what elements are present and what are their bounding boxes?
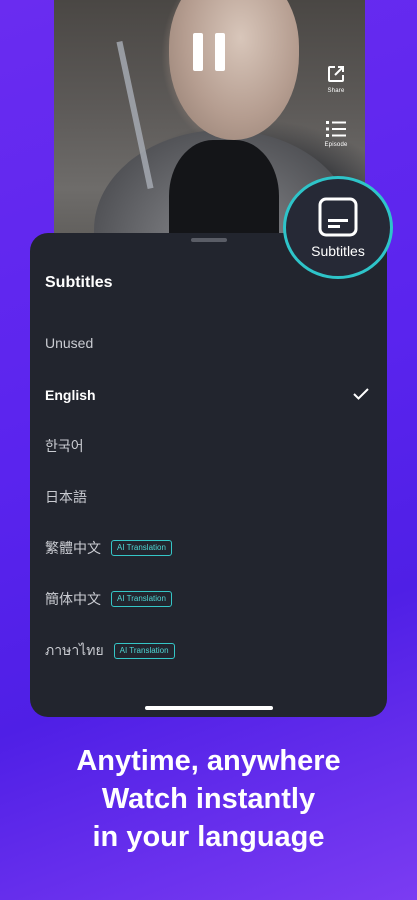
subtitles-button-label: Subtitles xyxy=(311,242,365,259)
share-button[interactable]: Share xyxy=(316,64,356,94)
subtitle-option-label: 簡体中文 xyxy=(45,591,101,607)
pause-icon[interactable] xyxy=(193,33,225,71)
home-indicator[interactable] xyxy=(145,706,273,710)
video-frame-face xyxy=(169,0,299,140)
ai-translation-badge: AI Translation xyxy=(111,540,172,556)
subtitle-option-unused[interactable]: Unused xyxy=(30,323,387,363)
checkmark-icon xyxy=(353,388,369,400)
subtitles-icon xyxy=(318,197,358,236)
subtitle-option-label: ภาษาไทย xyxy=(45,642,104,658)
subtitle-option-korean[interactable]: 한국어 xyxy=(30,426,387,466)
subtitle-option-label: 日本語 xyxy=(45,489,87,505)
ai-translation-badge: AI Translation xyxy=(111,591,172,607)
subtitle-option-label: 繁體中文 xyxy=(45,540,101,556)
subtitle-option-japanese[interactable]: 日本語 xyxy=(30,477,387,517)
subtitle-option-english[interactable]: English xyxy=(30,375,387,415)
share-icon xyxy=(328,66,344,82)
subtitle-option-label: Unused xyxy=(45,335,94,351)
promo-line-3: in your language xyxy=(92,821,325,853)
share-label: Share xyxy=(327,88,345,94)
promo-line-2: Watch instantly xyxy=(101,783,316,815)
subtitle-option-label: 한국어 xyxy=(45,438,84,454)
sheet-title: Subtitles xyxy=(45,274,113,291)
ai-translation-badge: AI Translation xyxy=(113,643,175,659)
episode-button[interactable]: Episode xyxy=(316,120,356,148)
list-icon xyxy=(326,121,346,137)
episode-label: Episode xyxy=(324,142,348,148)
subtitle-option-simplified-chinese[interactable]: 簡体中文 AI Translation xyxy=(30,579,387,619)
promo-headline: Anytime, anywhere Watch instantly in you… xyxy=(0,742,417,856)
subtitles-button[interactable]: Subtitles xyxy=(283,176,393,279)
subtitle-option-traditional-chinese[interactable]: 繁體中文 AI Translation xyxy=(30,528,387,568)
sheet-drag-handle[interactable] xyxy=(191,238,227,242)
subtitle-option-thai[interactable]: ภาษาไทย AI Translation xyxy=(30,631,387,671)
subtitle-option-label: English xyxy=(45,387,96,403)
promo-line-1: Anytime, anywhere xyxy=(76,745,341,777)
subtitles-sheet: Subtitles Unused English 한국어 日本語 繁體中文 AI… xyxy=(30,233,387,717)
